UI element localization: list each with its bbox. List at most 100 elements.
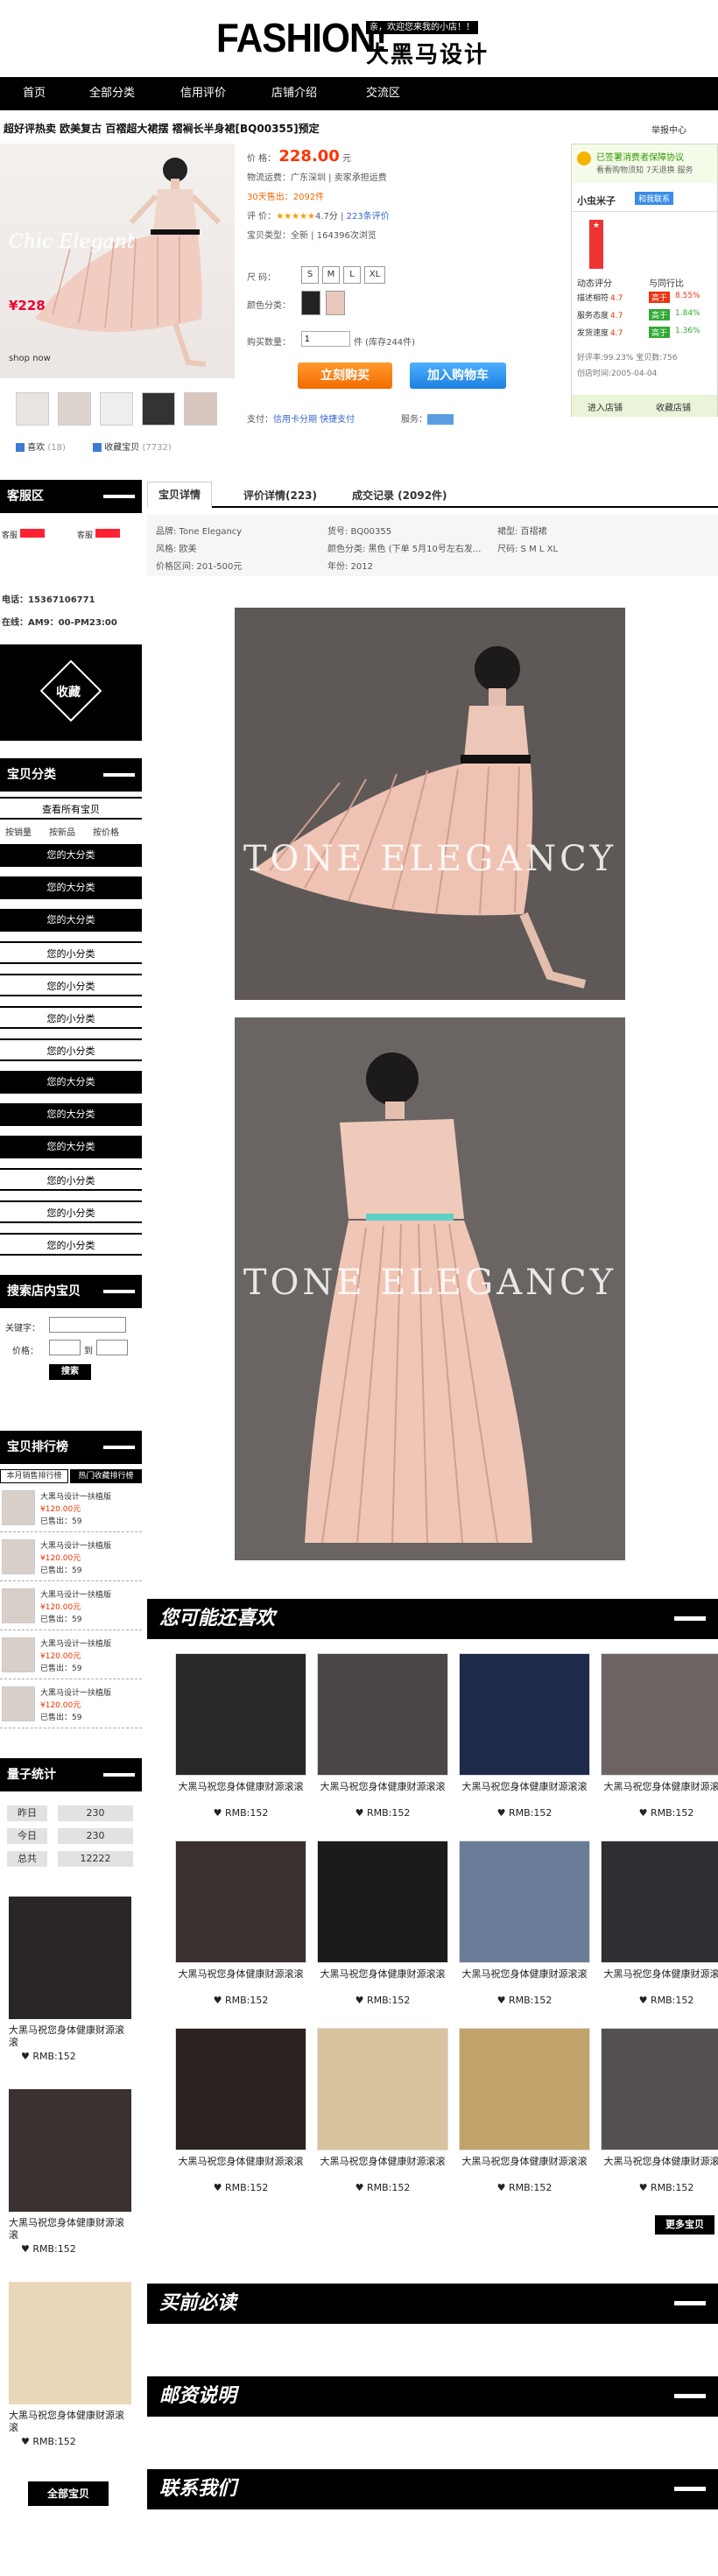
thumbnail[interactable]: [16, 392, 49, 426]
recommend-name[interactable]: 大黑马祝您身体健康财源滚滚: [601, 1968, 718, 1981]
category-item[interactable]: 您的大分类: [0, 1136, 142, 1158]
ranking-item[interactable]: 大黑马设计一扶植版 ¥120.00元 已售出：59: [0, 1683, 142, 1728]
shop-now-label[interactable]: shop now: [9, 354, 51, 363]
ranking-item[interactable]: 大黑马设计一扶植版 ¥120.00元 已售出：59: [0, 1585, 142, 1630]
recommend-name[interactable]: 大黑马祝您身体健康财源滚滚: [459, 2156, 590, 2168]
recommend-image[interactable]: [601, 1841, 718, 1963]
like-button[interactable]: 喜欢: [27, 443, 45, 453]
ranking-name[interactable]: 大黑马设计一扶植版: [40, 1539, 111, 1551]
buy-now-button[interactable]: 立刻购买: [298, 362, 392, 389]
nav-item-reviews[interactable]: 信用评价: [180, 77, 226, 110]
side-product-name[interactable]: 大黑马祝您身体健康财源滚滚: [9, 2024, 131, 2049]
recommend-image[interactable]: [601, 1653, 718, 1776]
size-option[interactable]: L: [343, 266, 361, 284]
thumbnail[interactable]: [184, 392, 217, 426]
recommend-name[interactable]: 大黑马祝您身体健康财源滚滚: [317, 2156, 448, 2168]
tab-popular-collect[interactable]: 热门收藏排行榜: [70, 1469, 142, 1483]
guarantee-sub[interactable]: 看看购物须知 7天退换 服务: [596, 164, 693, 175]
recommend-name[interactable]: 大黑马祝您身体健康财源滚滚: [459, 1968, 590, 1981]
ranking-item[interactable]: 大黑马设计一扶植版 ¥120.00元 已售出：59: [0, 1634, 142, 1679]
recommend-name[interactable]: 大黑马祝您身体健康财源滚滚: [175, 1968, 306, 1981]
tab-monthly-sales[interactable]: 本月销售排行榜: [0, 1469, 68, 1483]
search-button[interactable]: 搜索: [49, 1364, 91, 1380]
recommend-image[interactable]: [459, 2028, 590, 2150]
ranking-name[interactable]: 大黑马设计一扶植版: [40, 1686, 111, 1698]
ranking-thumb[interactable]: [2, 1490, 35, 1525]
recommend-image[interactable]: [459, 1841, 590, 1963]
seller-name[interactable]: 小虫米子: [577, 194, 616, 208]
contact-seller-button[interactable]: 和我联系: [635, 192, 674, 205]
recommend-image[interactable]: [175, 2028, 306, 2150]
keyword-input[interactable]: [49, 1317, 126, 1333]
category-item[interactable]: 您的大分类: [0, 844, 142, 867]
category-item[interactable]: 您的大分类: [0, 1071, 142, 1094]
thumbnail[interactable]: [58, 392, 91, 426]
quantity-input[interactable]: [301, 331, 350, 347]
product-main-image[interactable]: Chic Elegant ¥228 shop now: [0, 144, 235, 378]
size-option[interactable]: S: [301, 266, 319, 284]
ranking-name[interactable]: 大黑马设计一扶植版: [40, 1637, 111, 1649]
recommend-image[interactable]: [601, 2028, 718, 2150]
tab-item-details[interactable]: 宝贝详情: [147, 482, 213, 508]
sort-by-price[interactable]: 按价格: [93, 825, 119, 838]
service-contact[interactable]: 客服: [77, 529, 120, 540]
category-item[interactable]: 您的小分类: [0, 974, 142, 996]
sort-by-sales[interactable]: 按销量: [5, 825, 32, 838]
recommend-image[interactable]: [317, 1653, 448, 1776]
recommend-name[interactable]: 大黑马祝您身体健康财源滚滚: [317, 1781, 448, 1793]
side-product-image[interactable]: [9, 2282, 131, 2404]
pay-value[interactable]: 信用卡分期 快捷支付: [273, 415, 355, 425]
recommend-image[interactable]: [175, 1653, 306, 1776]
add-to-cart-button[interactable]: 加入购物车: [410, 362, 506, 389]
size-option[interactable]: XL: [364, 266, 385, 284]
ranking-name[interactable]: 大黑马设计一扶植版: [40, 1490, 111, 1502]
thumbnail[interactable]: [100, 392, 133, 426]
collect-shop-button[interactable]: 收藏店铺: [656, 400, 691, 413]
recommend-name[interactable]: 大黑马祝您身体健康财源滚滚: [175, 2156, 306, 2168]
side-product-image[interactable]: [9, 2089, 131, 2212]
color-swatch-pink[interactable]: [326, 291, 345, 315]
color-swatch-black[interactable]: [301, 291, 320, 315]
nav-item-forum[interactable]: 交流区: [366, 77, 400, 110]
all-items-link[interactable]: 查看所有宝贝: [0, 797, 142, 820]
sort-by-new[interactable]: 按新品: [49, 825, 75, 838]
category-item[interactable]: 您的大分类: [0, 876, 142, 899]
all-items-button[interactable]: 全部宝贝: [28, 2481, 109, 2506]
ranking-name[interactable]: 大黑马设计一扶植版: [40, 1588, 111, 1600]
category-item[interactable]: 您的小分类: [0, 1168, 142, 1191]
collect-banner[interactable]: 收藏: [0, 644, 142, 741]
nav-item-home[interactable]: 首页: [23, 77, 46, 110]
side-product-name[interactable]: 大黑马祝您身体健康财源滚滚: [9, 2410, 131, 2434]
recommend-image[interactable]: [459, 1653, 590, 1776]
category-item[interactable]: 您的小分类: [0, 1233, 142, 1256]
side-product-name[interactable]: 大黑马祝您身体健康财源滚滚: [9, 2217, 131, 2242]
ranking-item[interactable]: 大黑马设计一扶植版 ¥120.00元 已售出：59: [0, 1487, 142, 1532]
ranking-thumb[interactable]: [2, 1686, 35, 1721]
collect-button[interactable]: 收藏宝贝: [104, 443, 139, 453]
recommend-name[interactable]: 大黑马祝您身体健康财源滚滚: [459, 1781, 590, 1793]
recommend-name[interactable]: 大黑马祝您身体健康财源滚滚: [175, 1781, 306, 1793]
category-item[interactable]: 您的小分类: [0, 941, 142, 964]
category-item[interactable]: 您的大分类: [0, 1103, 142, 1126]
tab-reviews[interactable]: 评价详情(223): [233, 483, 327, 508]
nav-item-all-categories[interactable]: 全部分类: [89, 77, 135, 110]
recommend-image[interactable]: [317, 2028, 448, 2150]
category-item[interactable]: 您的小分类: [0, 1200, 142, 1223]
price-min-input[interactable]: [49, 1340, 81, 1355]
size-option[interactable]: M: [322, 266, 340, 284]
recommend-name[interactable]: 大黑马祝您身体健康财源滚滚: [601, 1781, 718, 1793]
thumbnail[interactable]: [142, 392, 175, 426]
service-contact[interactable]: 客服: [2, 529, 45, 540]
enter-shop-button[interactable]: 进入店铺: [588, 400, 623, 413]
nav-item-shop-intro[interactable]: 店铺介绍: [271, 77, 317, 110]
recommend-name[interactable]: 大黑马祝您身体健康财源滚滚: [317, 1968, 448, 1981]
report-link[interactable]: 举报中心: [651, 123, 686, 136]
ranking-thumb[interactable]: [2, 1539, 35, 1574]
category-item[interactable]: 您的小分类: [0, 1038, 142, 1061]
side-product-image[interactable]: [9, 1897, 131, 2019]
price-max-input[interactable]: [96, 1340, 128, 1355]
recommend-name[interactable]: 大黑马祝您身体健康财源滚滚: [601, 2156, 718, 2168]
ranking-thumb[interactable]: [2, 1588, 35, 1623]
recommend-image[interactable]: [317, 1841, 448, 1963]
category-item[interactable]: 您的大分类: [0, 909, 142, 932]
